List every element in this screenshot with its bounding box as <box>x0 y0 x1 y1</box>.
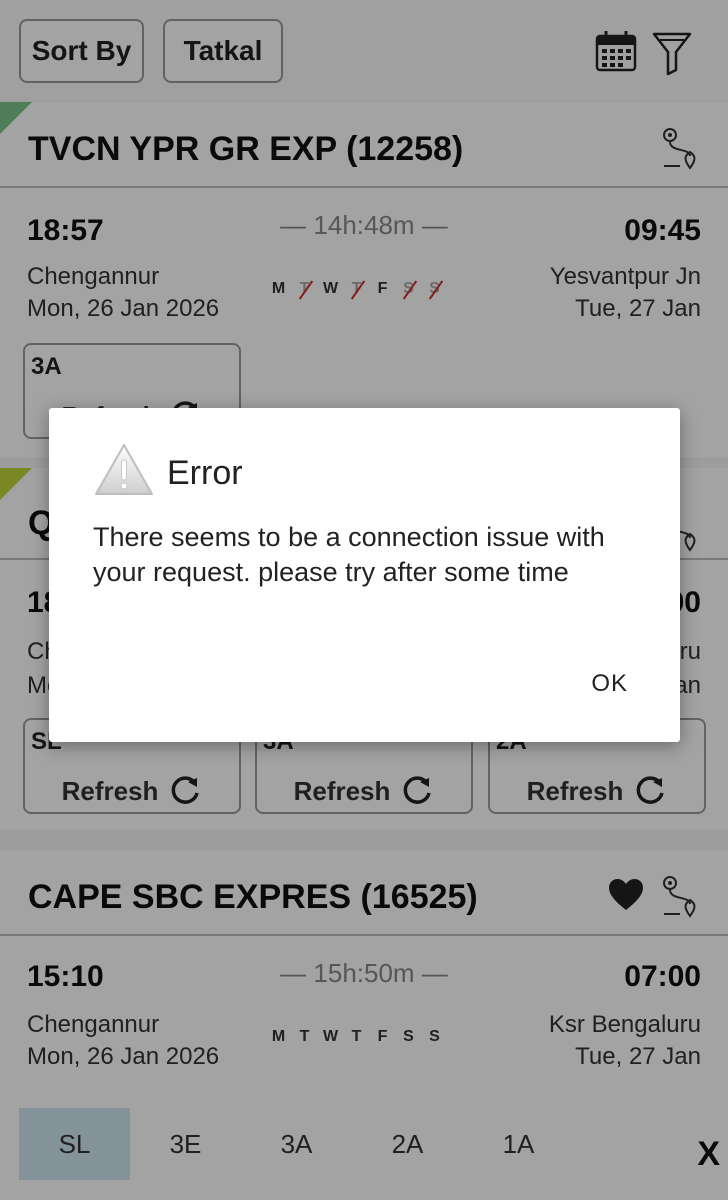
warning-icon <box>95 444 153 495</box>
dialog-title: Error <box>167 454 243 492</box>
error-dialog: Error There seems to be a connection iss… <box>49 408 680 742</box>
dialog-message: There seems to be a connection issue wit… <box>93 522 605 587</box>
ok-button[interactable]: OK <box>591 670 628 698</box>
